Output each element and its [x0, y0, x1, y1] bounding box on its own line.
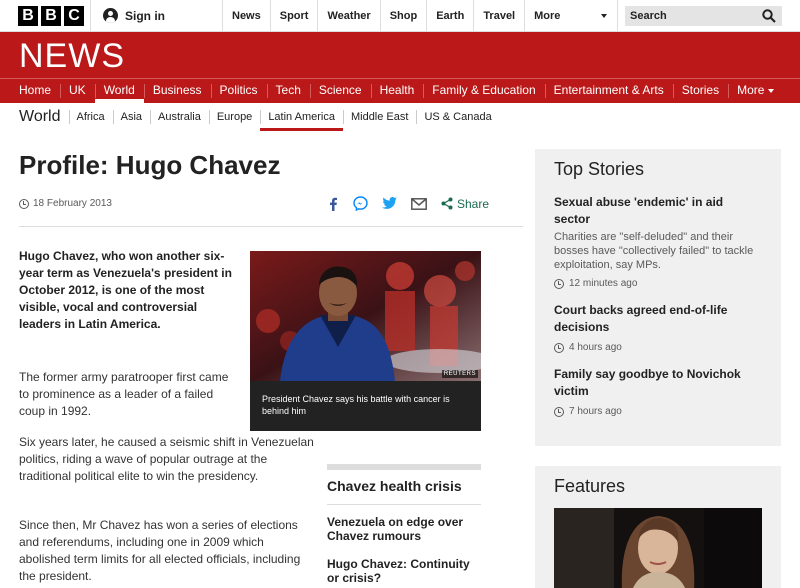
top-stories-title: Top Stories [554, 159, 645, 179]
related-title: Chavez health crisis [327, 470, 481, 505]
news-nav-more-button[interactable]: More [728, 79, 783, 103]
story-title: Profile: Hugo Chavez [19, 150, 281, 180]
more-label: More [534, 10, 561, 22]
clock-icon [554, 278, 564, 289]
search-box [625, 6, 782, 26]
sign-in-label: Sign in [125, 8, 165, 23]
story-date-text: 18 February 2013 [33, 198, 112, 209]
related-link[interactable]: Venezuela on edge over Chavez rumours [327, 515, 481, 543]
story-paragraph: Since then, Mr Chavez has won a series o… [19, 518, 301, 583]
features-panel: Features [535, 466, 781, 588]
global-nav-travel[interactable]: Travel [473, 0, 524, 32]
share-button[interactable]: Share [441, 197, 489, 211]
global-nav-sport[interactable]: Sport [269, 0, 318, 32]
global-nav-weather[interactable]: Weather [317, 0, 379, 32]
top-story-item: Court backs agreed end-of-life decisions… [554, 302, 762, 353]
chevron-down-icon [601, 14, 608, 18]
share-tools: Share [327, 196, 489, 211]
top-story-item: Sexual abuse 'endemic' in aid sector Cha… [554, 194, 762, 289]
logo-letter: B [41, 6, 61, 26]
share-icon [441, 197, 453, 210]
section-nav-us-canada[interactable]: US & Canada [416, 103, 499, 131]
user-icon [103, 8, 118, 23]
related-topics: Chavez health crisis Venezuela on edge o… [327, 464, 481, 585]
top-stories-panel: Top Stories Sexual abuse 'endemic' in ai… [535, 149, 781, 446]
top-story-time: 4 hours ago [554, 342, 762, 353]
nav-divider [90, 0, 91, 32]
news-nav-stories[interactable]: Stories [672, 79, 728, 103]
sign-in-link[interactable]: Sign in [103, 8, 165, 23]
top-story-item: Family say goodbye to Novichok victim 7 … [554, 366, 762, 417]
hugo-chavez-photo [250, 251, 481, 381]
news-nav-science[interactable]: Science [309, 79, 371, 103]
news-nav-business[interactable]: Business [143, 79, 211, 103]
news-nav-health[interactable]: Health [370, 79, 424, 103]
global-nav-earth[interactable]: Earth [426, 0, 473, 32]
top-story-time: 7 hours ago [554, 406, 762, 417]
story-paragraph: Six years later, he caused a seismic shi… [19, 435, 314, 483]
twitter-icon[interactable] [382, 197, 397, 210]
section-title[interactable]: World [19, 108, 61, 126]
share-label: Share [457, 196, 490, 211]
photo-credit: REUTERS [441, 370, 478, 378]
story-date: 18 February 2013 [19, 198, 112, 209]
section-nav-latin-america[interactable]: Latin America [260, 103, 343, 131]
story-figure: REUTERS President Chavez says his battle… [250, 251, 481, 431]
top-story-time-text: 7 hours ago [569, 406, 622, 417]
top-story-summary: Charities are "self-deluded" and their b… [554, 231, 754, 271]
global-nav-shop[interactable]: Shop [379, 0, 427, 32]
section-nav-europe[interactable]: Europe [208, 103, 260, 131]
top-story-headline[interactable]: Sexual abuse 'endemic' in aid sector [554, 194, 762, 228]
clock-icon [19, 198, 29, 209]
logo-letter: C [64, 6, 84, 26]
search-input[interactable] [625, 6, 755, 26]
news-nav: Home UK World Business Politics Tech Sci… [0, 78, 800, 103]
news-logo[interactable]: NEWS [19, 37, 125, 76]
news-nav-politics[interactable]: Politics [210, 79, 267, 103]
story-paragraph: The former army paratrooper first came t… [19, 370, 229, 418]
search-icon[interactable] [762, 9, 776, 23]
story-intro: Hugo Chavez, who won another six-year te… [19, 249, 232, 331]
news-nav-uk[interactable]: UK [60, 79, 95, 103]
section-nav-middle-east[interactable]: Middle East [342, 103, 416, 131]
divider [19, 226, 523, 227]
messenger-icon[interactable] [353, 196, 368, 211]
section-nav-africa[interactable]: Africa [68, 103, 113, 131]
related-link[interactable]: Hugo Chavez: Continuity or crisis? [327, 557, 481, 585]
features-title: Features [554, 476, 626, 496]
clock-icon [554, 406, 564, 417]
top-story-time: 12 minutes ago [554, 278, 762, 289]
bbc-logo[interactable]: B B C [18, 6, 84, 26]
feature-image[interactable] [554, 508, 762, 588]
news-nav-world[interactable]: World [94, 79, 144, 103]
logo-letter: B [18, 6, 38, 26]
top-story-headline[interactable]: Family say goodbye to Novichok victim [554, 366, 762, 400]
facebook-icon[interactable] [327, 197, 339, 211]
news-nav-tech[interactable]: Tech [266, 79, 310, 103]
image-caption: President Chavez says his battle with ca… [262, 394, 450, 416]
news-nav-more-label: More [737, 83, 765, 97]
global-nav-more-button[interactable]: More [524, 0, 619, 32]
top-story-headline[interactable]: Court backs agreed end-of-life decisions [554, 302, 762, 336]
clock-icon [554, 342, 564, 353]
news-nav-home[interactable]: Home [10, 79, 60, 103]
news-nav-entertainment-arts[interactable]: Entertainment & Arts [544, 79, 673, 103]
top-story-time-text: 4 hours ago [569, 342, 622, 353]
email-icon[interactable] [411, 197, 427, 210]
news-nav-family-education[interactable]: Family & Education [423, 79, 544, 103]
section-nav-asia[interactable]: Asia [112, 103, 150, 131]
chevron-down-icon [768, 88, 775, 93]
top-story-time-text: 12 minutes ago [569, 278, 638, 289]
news-banner: NEWS [0, 32, 800, 78]
section-nav: World Africa Asia Australia Europe Latin… [0, 103, 800, 131]
global-nav-news[interactable]: News [222, 0, 270, 32]
global-nav-bar: B B C Sign in News Sport Weather Shop Ea… [0, 0, 800, 32]
global-nav-links: News Sport Weather Shop Earth Travel Mor… [222, 0, 619, 32]
section-nav-australia[interactable]: Australia [150, 103, 209, 131]
